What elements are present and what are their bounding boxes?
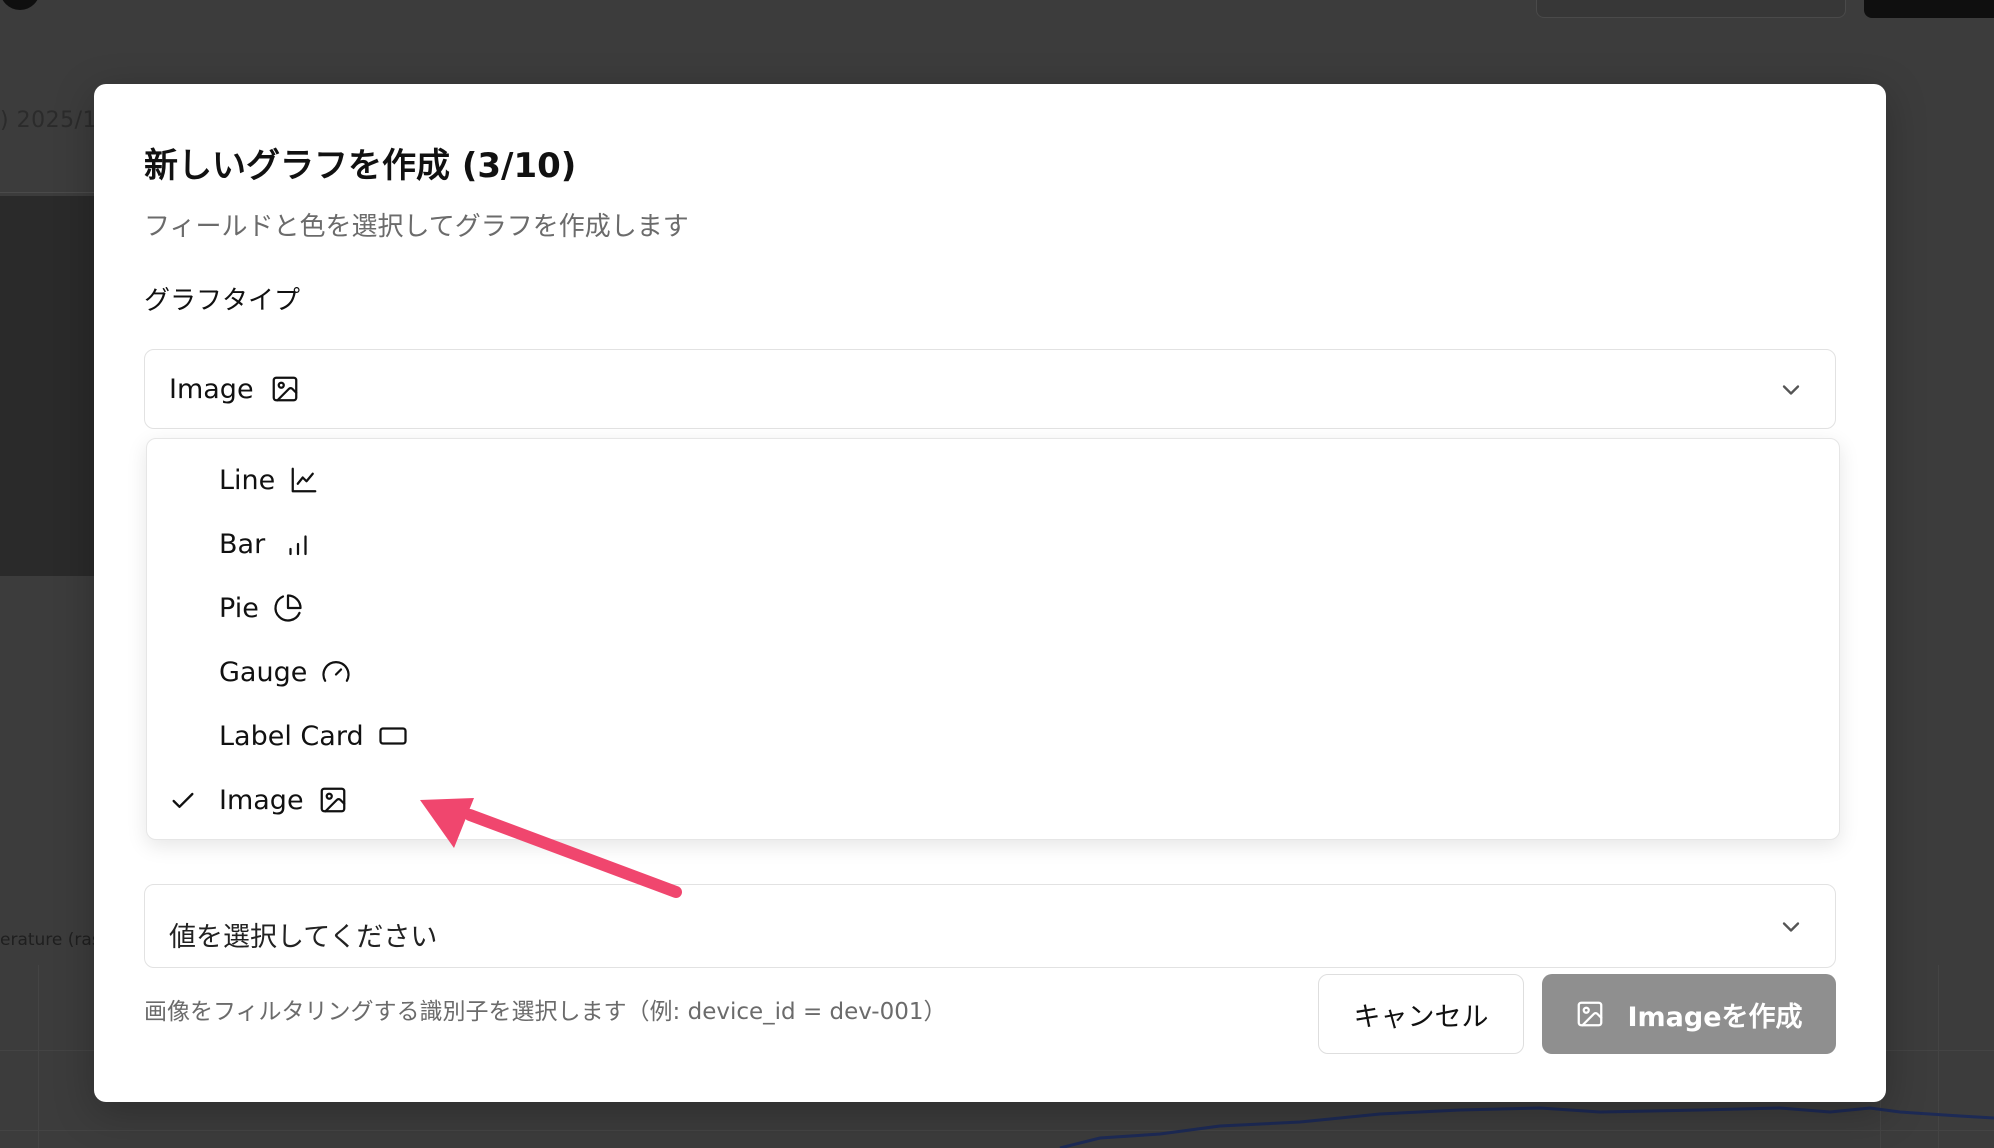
option-gauge[interactable]: Gauge xyxy=(147,641,1839,703)
option-image[interactable]: Image xyxy=(147,769,1839,831)
graph-type-dropdown: Line Bar Pie Gauge Label Card Image xyxy=(146,438,1840,840)
option-label: Gauge xyxy=(219,656,308,688)
option-label: Label Card xyxy=(219,720,364,752)
line-chart-icon xyxy=(289,465,319,495)
topbar-outline-button[interactable] xyxy=(1536,0,1846,18)
option-label-card[interactable]: Label Card xyxy=(147,705,1839,767)
chart-series-label: erature (ras xyxy=(0,930,101,950)
option-label: Pie xyxy=(219,592,259,624)
card-icon xyxy=(378,721,408,751)
graph-type-selected-value: Image xyxy=(169,373,254,405)
option-pie[interactable]: Pie xyxy=(147,577,1839,639)
image-icon xyxy=(270,374,300,404)
option-label: Image xyxy=(219,784,304,816)
cancel-button[interactable]: キャンセル xyxy=(1318,974,1524,1054)
date-range-text: ) 2025/1 xyxy=(0,108,97,133)
image-icon xyxy=(318,785,348,815)
create-button-label: Imageを作成 xyxy=(1627,1001,1803,1033)
option-bar[interactable]: Bar xyxy=(147,513,1839,575)
topbar-primary-button[interactable] xyxy=(1864,0,1994,18)
option-label: Bar xyxy=(219,528,266,560)
background-panel xyxy=(0,196,100,576)
graph-type-label: グラフタイプ xyxy=(144,286,301,316)
image-icon xyxy=(1575,999,1605,1029)
identifier-value-placeholder: 値を選択してください xyxy=(169,922,438,953)
dialog-title: 新しいグラフを作成 (3/10) xyxy=(144,146,577,186)
identifier-hint: 画像をフィルタリングする識別子を選択します（例: device_id = dev… xyxy=(144,999,947,1025)
chevron-down-icon xyxy=(1782,385,1800,395)
option-label: Line xyxy=(219,464,276,496)
pie-chart-icon xyxy=(273,593,303,623)
option-line[interactable]: Line xyxy=(147,449,1839,511)
chart-gridline xyxy=(1938,965,1939,1148)
chart-gridline xyxy=(38,965,39,1148)
dialog-description: フィールドと色を選択してグラフを作成します xyxy=(144,212,689,242)
app-logo xyxy=(0,0,40,10)
check-icon xyxy=(172,792,194,808)
identifier-value-select[interactable]: 値を選択してください xyxy=(144,884,1836,968)
background-divider xyxy=(0,192,100,193)
graph-type-select[interactable]: Image xyxy=(144,349,1836,429)
create-image-button[interactable]: Imageを作成 xyxy=(1542,974,1836,1054)
bar-chart-icon xyxy=(283,529,313,559)
chart-gridline xyxy=(0,1130,1994,1131)
gauge-icon xyxy=(321,657,351,687)
chevron-down-icon xyxy=(1782,922,1800,932)
